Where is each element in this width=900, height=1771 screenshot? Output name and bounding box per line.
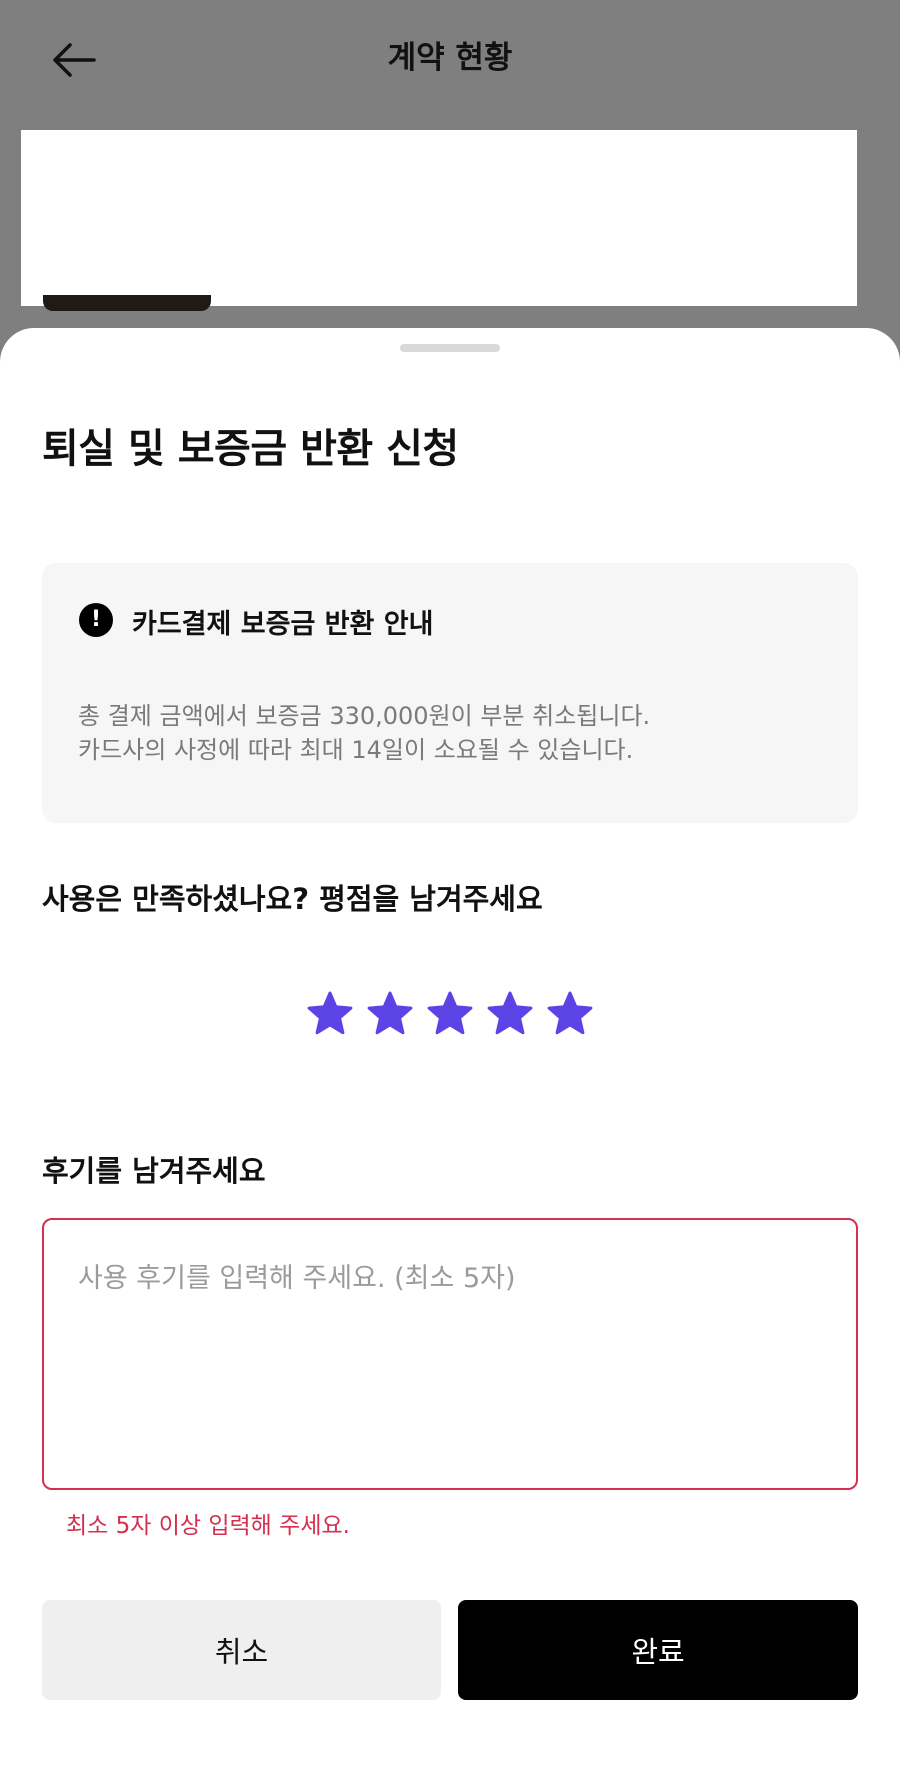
review-input[interactable] [42,1218,858,1490]
review-error-message: 최소 5자 이상 입력해 주세요. [66,1513,350,1539]
page-title: 계약 현황 [387,40,513,76]
exclamation-circle-icon: ! [79,603,113,637]
cancel-button[interactable]: 취소 [42,1600,441,1700]
notice-text-line: 카드사의 사정에 따라 최대 14일이 소요될 수 있습니다. [78,736,634,764]
star-icon[interactable] [486,990,534,1038]
star-icon[interactable] [366,990,414,1038]
contract-thumbnail [43,295,211,311]
sheet-title: 퇴실 및 보증금 반환 신청 [42,426,459,472]
star-icon[interactable] [546,990,594,1038]
sheet-drag-handle[interactable] [400,344,500,352]
rating-label: 사용은 만족하셨나요? 평점을 남겨주세요 [42,882,543,916]
notice-text-line: 총 결제 금액에서 보증금 330,000원이 부분 취소됩니다. [78,702,651,730]
top-app-bar: 계약 현황 [0,0,900,118]
review-label: 후기를 남겨주세요 [42,1154,266,1188]
deposit-refund-notice: ! 카드결제 보증금 반환 안내 총 결제 금액에서 보증금 330,000원이… [42,563,858,823]
notice-title: 카드결제 보증금 반환 안내 [132,609,434,640]
star-rating[interactable] [306,990,594,1042]
star-icon[interactable] [306,990,354,1038]
star-icon[interactable] [426,990,474,1038]
done-button[interactable]: 완료 [458,1600,858,1700]
contract-card [21,130,857,306]
bottom-sheet: 퇴실 및 보증금 반환 신청 ! 카드결제 보증금 반환 안내 총 결제 금액에… [0,328,900,1771]
